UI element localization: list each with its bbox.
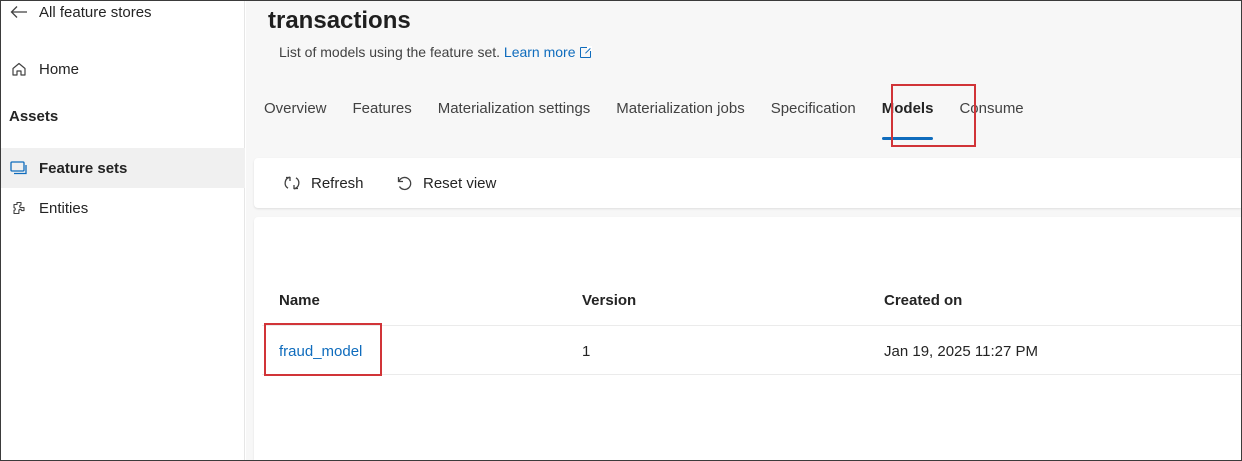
- column-header-created-on[interactable]: Created on: [884, 292, 962, 309]
- refresh-icon: [282, 173, 302, 193]
- tab-materialization-jobs[interactable]: Materialization jobs: [616, 97, 744, 131]
- arrow-left-icon: [10, 3, 28, 21]
- sidebar-item-label: Feature sets: [39, 159, 128, 177]
- reset-view-label: Reset view: [423, 174, 497, 192]
- sidebar-item-home[interactable]: Home: [1, 49, 245, 89]
- page-title: transactions: [268, 7, 411, 34]
- refresh-label: Refresh: [311, 174, 364, 192]
- learn-more-link[interactable]: Learn more: [503, 44, 592, 60]
- sidebar: All feature stores Home Assets Feature s…: [1, 1, 245, 460]
- models-tab-highlight-box: [891, 84, 976, 147]
- header-divider: [262, 325, 1241, 326]
- reset-view-button[interactable]: Reset view: [394, 173, 496, 193]
- refresh-button[interactable]: Refresh: [282, 173, 364, 193]
- model-created-on: Jan 19, 2025 11:27 PM: [884, 343, 1038, 360]
- main-content: transactions List of models using the fe…: [246, 1, 1241, 460]
- reset-icon: [394, 173, 414, 193]
- tab-overview[interactable]: Overview: [264, 97, 327, 131]
- models-table: Name Version Created on fraud_model 1 Ja…: [254, 217, 1241, 460]
- page-subtitle: List of models using the feature set. Le…: [279, 44, 592, 60]
- row-divider: [262, 374, 1241, 375]
- tab-materialization-settings[interactable]: Materialization settings: [438, 97, 591, 131]
- column-header-name[interactable]: Name: [279, 292, 320, 309]
- tab-features[interactable]: Features: [353, 97, 412, 131]
- learn-more-label: Learn more: [503, 44, 576, 60]
- command-bar: Refresh Reset view: [254, 158, 1241, 208]
- tab-specification[interactable]: Specification: [771, 97, 856, 131]
- entities-icon: [10, 199, 28, 217]
- model-version: 1: [582, 343, 591, 360]
- sidebar-item-label: Home: [39, 60, 80, 78]
- column-header-version[interactable]: Version: [582, 292, 636, 309]
- model-link-highlight-box: [264, 323, 382, 376]
- feature-sets-icon: [10, 159, 28, 177]
- sidebar-item-entities[interactable]: Entities: [1, 188, 245, 228]
- assets-heading: Assets: [9, 108, 59, 125]
- back-to-feature-stores-link[interactable]: All feature stores: [1, 0, 245, 32]
- back-label: All feature stores: [39, 3, 152, 21]
- sidebar-item-label: Entities: [39, 199, 89, 217]
- sidebar-item-feature-sets[interactable]: Feature sets: [1, 148, 245, 188]
- subtitle-text: List of models using the feature set.: [279, 44, 501, 60]
- external-link-icon: [579, 46, 592, 58]
- home-icon: [10, 60, 28, 78]
